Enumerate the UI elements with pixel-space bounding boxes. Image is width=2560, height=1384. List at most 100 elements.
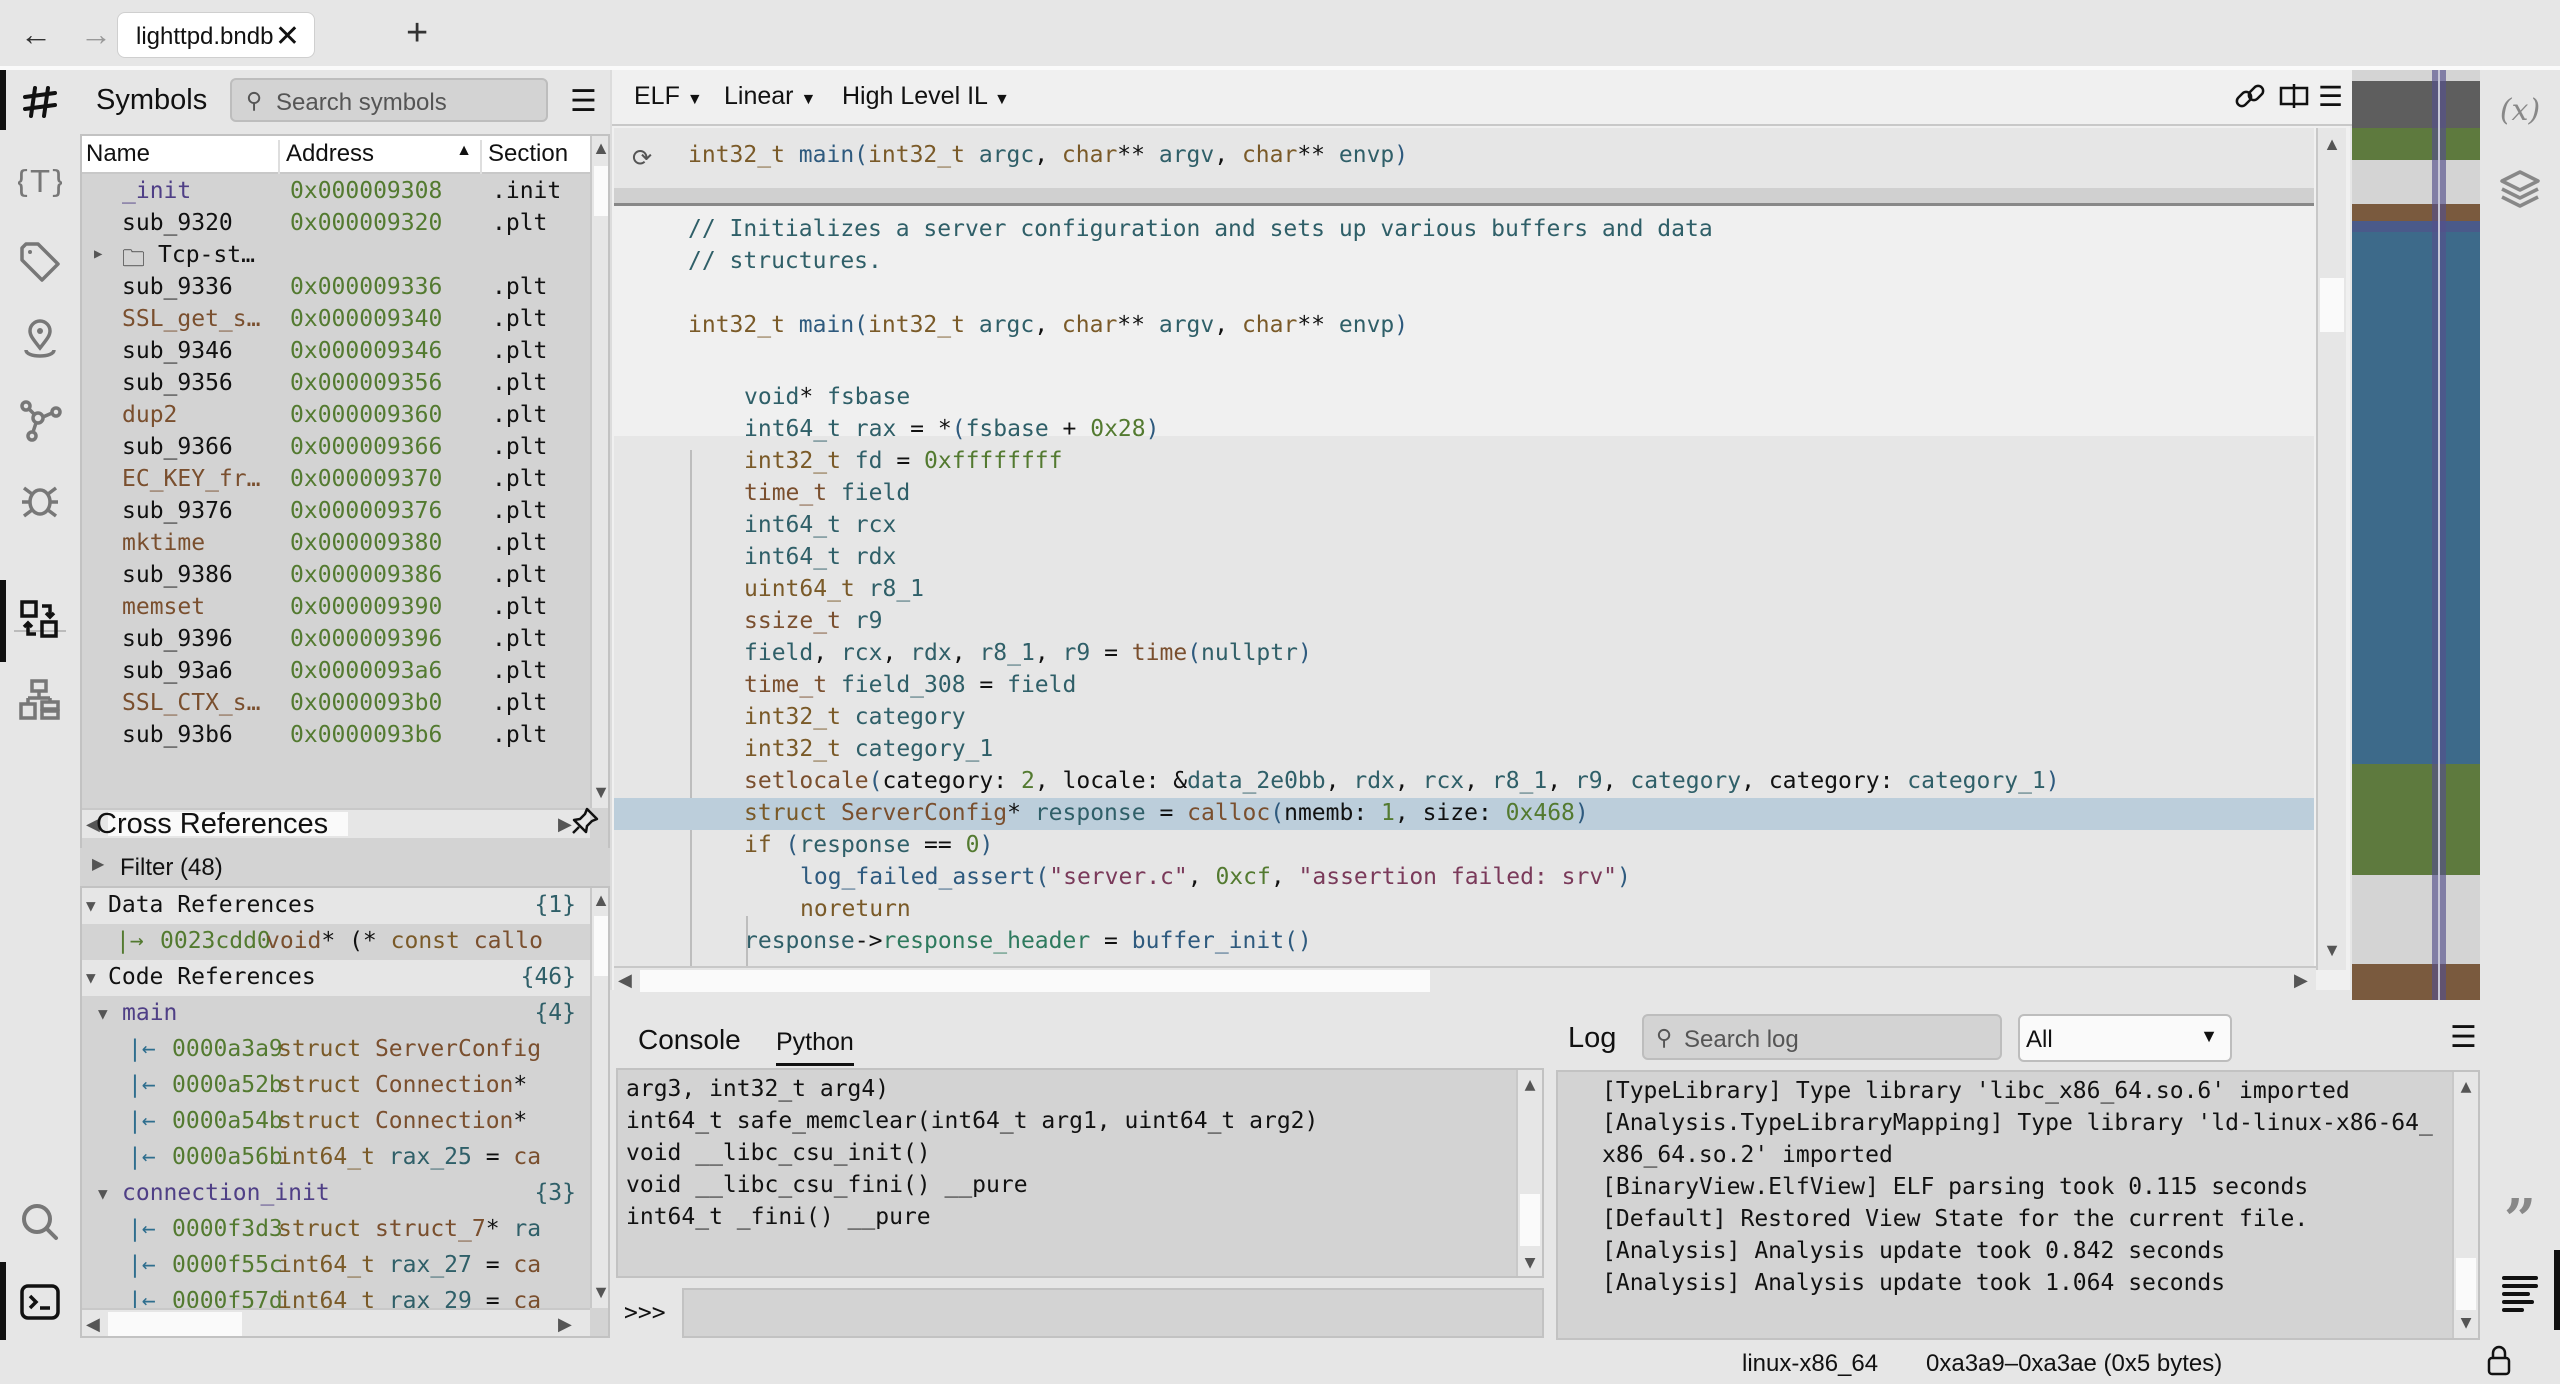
code-line[interactable]: void* fsbase <box>744 384 910 416</box>
sidebar-item-cross-references[interactable] <box>14 594 66 646</box>
xref-item[interactable]: |← 0000a52b struct Connection* <box>82 1068 590 1104</box>
symbol-row[interactable]: sub_9396 0x000009396 .plt <box>82 624 590 656</box>
code-line[interactable]: // Initializes a server configuration an… <box>688 216 1713 248</box>
tab-console[interactable]: Console <box>638 1024 741 1056</box>
code-line[interactable]: int32_t category <box>744 704 966 736</box>
symbol-row[interactable]: sub_9376 0x000009376 .plt <box>82 496 590 528</box>
code-line[interactable]: response->response_header = buffer_init(… <box>744 928 1312 960</box>
code-line[interactable]: int64_t rcx <box>744 512 896 544</box>
symbol-row[interactable]: SSL_CTX_s… 0x0000093b0 .plt <box>82 688 590 720</box>
sidebar-item-variables[interactable]: (x) <box>2494 84 2546 136</box>
view-menu-button[interactable]: ☰ <box>2318 80 2343 113</box>
symbol-row[interactable]: sub_9346 0x000009346 .plt <box>82 336 590 368</box>
symbol-row[interactable]: sub_9336 0x000009336 .plt <box>82 272 590 304</box>
lock-button[interactable] <box>2486 1344 2512 1383</box>
xref-item[interactable]: |← 0000f3d3 struct struct_7* ra <box>82 1212 590 1248</box>
xref-vertical-scrollbar[interactable]: ▲ ▼ <box>590 888 608 1308</box>
xref-function-group[interactable]: ▼ main {4} <box>82 996 590 1032</box>
sidebar-item-graph[interactable] <box>14 394 66 446</box>
symbol-row[interactable]: sub_93a6 0x0000093a6 .plt <box>82 656 590 688</box>
code-line[interactable]: setlocale(category: 2, locale: &data_2e0… <box>744 768 2060 800</box>
selection-status[interactable]: 0xa3a9–0xa3ae (0x5 bytes) <box>1926 1350 2222 1378</box>
scroll-right-icon[interactable]: ▶ <box>2294 970 2308 991</box>
platform-status[interactable]: linux-x86_64 <box>1742 1350 1878 1378</box>
code-line[interactable]: if (response == 0) <box>744 832 993 864</box>
chevron-right-icon[interactable]: ▶ <box>94 246 102 262</box>
view-type-dropdown[interactable]: ELF ▼ <box>634 82 703 111</box>
forward-button[interactable]: → <box>76 14 116 54</box>
xref-group-header[interactable]: ▼ Data References {1} <box>82 888 590 924</box>
sidebar-item-types[interactable]: {T} <box>14 156 66 208</box>
log-search-input[interactable]: ⚲ Search log <box>1642 1014 2002 1060</box>
log-vertical-scrollbar[interactable]: ▲ ▼ <box>2452 1072 2478 1338</box>
xref-item[interactable]: |← 0000a3a9 struct ServerConfig <box>82 1032 590 1068</box>
sidebar-item-search[interactable] <box>14 1196 66 1248</box>
scroll-up-icon[interactable]: ▲ <box>2318 134 2346 155</box>
scroll-up-icon[interactable]: ▲ <box>592 138 608 159</box>
symbol-row[interactable]: sub_9320 0x000009320 .plt <box>82 208 590 240</box>
code-line[interactable]: int32_t category_1 <box>744 736 993 768</box>
xref-item[interactable]: |← 0000f55c int64_t rax_27 = ca <box>82 1248 590 1284</box>
xref-horizontal-scrollbar[interactable]: ◀ ▶ <box>82 1308 590 1336</box>
sidebar-item-hierarchy[interactable] <box>14 674 66 726</box>
column-header-section[interactable]: Section <box>484 140 590 174</box>
code-line[interactable]: time_t field_308 = field <box>744 672 1076 704</box>
code-line[interactable]: field, rcx, rdx, r8_1, r9 = time(nullptr… <box>744 640 1312 672</box>
symbol-row[interactable]: sub_9356 0x000009356 .plt <box>82 368 590 400</box>
layout-dropdown[interactable]: Linear ▼ <box>724 82 816 111</box>
symbols-vertical-scrollbar[interactable]: ▲ ▼ <box>590 136 608 808</box>
code-line[interactable]: time_t field <box>744 480 910 512</box>
log-level-select[interactable]: All ▼ <box>2018 1014 2232 1062</box>
sidebar-item-debugger[interactable] <box>14 474 66 526</box>
symbol-row[interactable]: ▶ 🗀 Tcp-st… <box>82 240 590 272</box>
file-tab[interactable]: lighttpd.bndb ✕ <box>117 12 315 58</box>
symbol-row[interactable]: SSL_get_s… 0x000009340 .plt <box>82 304 590 336</box>
refresh-icon[interactable]: ⟳ <box>632 144 652 173</box>
scrollbar-thumb[interactable] <box>594 166 608 216</box>
scroll-down-icon[interactable]: ▼ <box>1518 1252 1542 1273</box>
scrollbar-thumb[interactable] <box>2320 278 2344 332</box>
tab-python[interactable]: Python <box>776 1028 854 1066</box>
log-menu-button[interactable]: ☰ <box>2450 1020 2477 1055</box>
scroll-left-icon[interactable]: ◀ <box>618 970 632 991</box>
symbols-search-input[interactable]: ⚲ Search symbols <box>230 78 548 122</box>
xref-item[interactable]: |→ 0023cdd0 void* (* const callo <box>82 924 590 960</box>
close-tab-button[interactable]: ✕ <box>275 19 300 54</box>
xref-group-header[interactable]: ▼ Code References {46} <box>82 960 590 996</box>
column-header-address[interactable]: Address ▲ <box>282 140 482 174</box>
code-line[interactable]: // structures. <box>688 248 882 280</box>
code-line[interactable]: struct ServerConfig* response = calloc(n… <box>744 800 1589 832</box>
scroll-down-icon[interactable]: ▼ <box>592 1282 608 1303</box>
symbol-row[interactable]: mktime 0x000009380 .plt <box>82 528 590 560</box>
sidebar-item-comments[interactable]: ” <box>2494 1192 2546 1248</box>
code-line[interactable]: uint64_t r8_1 <box>744 576 924 608</box>
xref-item[interactable]: |← 0000a54b struct Connection* <box>82 1104 590 1140</box>
scroll-down-icon[interactable]: ▼ <box>2318 940 2346 961</box>
symbol-row[interactable]: sub_9386 0x000009386 .plt <box>82 560 590 592</box>
code-line[interactable]: ssize_t r9 <box>744 608 882 640</box>
symbol-row[interactable]: dup2 0x000009360 .plt <box>82 400 590 432</box>
code-line[interactable]: int32_t fd = 0xffffffff <box>744 448 1063 480</box>
scroll-up-icon[interactable]: ▲ <box>2454 1076 2478 1097</box>
scroll-up-icon[interactable]: ▲ <box>1518 1074 1542 1095</box>
sidebar-item-console[interactable] <box>14 1276 66 1328</box>
scrollbar-thumb[interactable] <box>2456 1258 2476 1310</box>
scrollbar-thumb[interactable] <box>108 1312 242 1336</box>
sidebar-item-tags[interactable] <box>14 236 66 288</box>
scroll-left-icon[interactable]: ◀ <box>86 1314 100 1335</box>
minimap[interactable] <box>2352 70 2480 1000</box>
pin-button[interactable] <box>570 806 600 843</box>
back-button[interactable]: ← <box>16 14 56 54</box>
new-tab-button[interactable]: + <box>406 12 428 55</box>
il-level-dropdown[interactable]: High Level IL ▼ <box>842 82 1010 111</box>
link-button[interactable] <box>2234 80 2266 119</box>
column-header-name[interactable]: Name <box>82 140 280 174</box>
scroll-down-icon[interactable]: ▼ <box>2454 1312 2478 1333</box>
xref-item[interactable]: |← 0000a56b int64_t rax_25 = ca <box>82 1140 590 1176</box>
scrollbar-thumb[interactable] <box>594 916 608 976</box>
split-view-button[interactable] <box>2278 80 2310 119</box>
symbol-row[interactable]: sub_93b6 0x0000093b6 .plt <box>82 720 590 752</box>
sidebar-item-layers[interactable] <box>2494 164 2546 216</box>
symbols-menu-button[interactable]: ☰ <box>570 84 597 119</box>
code-line[interactable]: noreturn <box>800 896 911 928</box>
